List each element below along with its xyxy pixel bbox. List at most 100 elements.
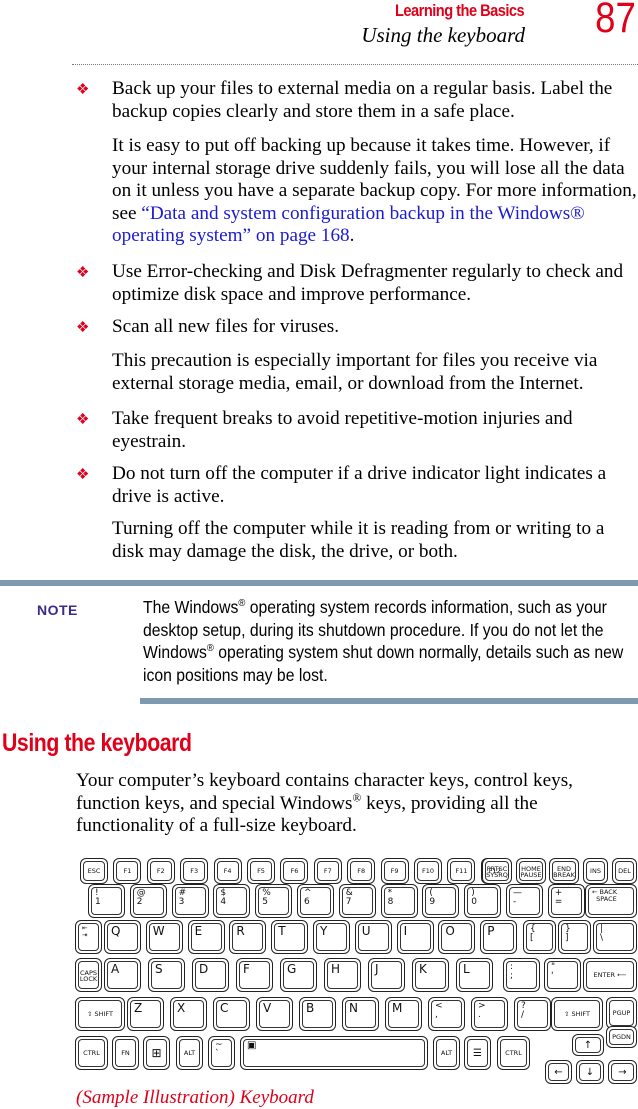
key-space: ▣: [240, 1036, 428, 1070]
key-label: ESC: [87, 867, 101, 876]
bullet-icon: ❖: [76, 265, 90, 281]
key-h: H: [324, 958, 361, 992]
header-section-title: Learning the Basics: [394, 1, 525, 20]
key-sym-4-8: < ,: [428, 997, 465, 1031]
key-label: & 7: [345, 888, 353, 907]
key-label: ALT: [183, 1049, 196, 1058]
key-enter: ENTER ⟵: [583, 958, 637, 992]
key-8: * 8: [380, 884, 418, 918]
key-ctrl: CTRL: [497, 1036, 530, 1070]
note-bottom-bar: [140, 698, 638, 704]
key-label: ⇧ SHIFT: [563, 1010, 591, 1019]
key-label: V: [263, 1001, 272, 1015]
key-label: — -: [513, 888, 522, 907]
key-4: $ 4: [213, 884, 251, 918]
key-menu: ☰: [464, 1036, 491, 1070]
key-label: CTRL: [505, 1049, 522, 1058]
key-ctrl: CTRL: [75, 1036, 108, 1070]
bullet-icon: ❖: [76, 320, 90, 336]
key-label: ALT: [440, 1049, 453, 1058]
key-label: F10: [421, 867, 434, 876]
key-label: ? /: [521, 1001, 526, 1020]
key-5: % 5: [255, 884, 293, 918]
key-q: Q: [104, 920, 141, 954]
key-label: < ,: [435, 1001, 443, 1020]
bullet-text: Scan all new files for viruses.: [112, 316, 339, 337]
key-s: S: [148, 958, 185, 992]
key-tab: ⇤ ⇥: [75, 920, 102, 954]
key-f4: F4: [213, 858, 242, 884]
key-label: > .: [478, 1001, 486, 1020]
key-x: X: [170, 997, 207, 1031]
key-sym-4-9: > .: [471, 997, 508, 1031]
key-t: T: [271, 920, 309, 954]
key-sym-2-11: { [: [523, 920, 556, 954]
key-sym-2-13: | \: [593, 920, 637, 954]
space-key-icon: ▣: [247, 1040, 257, 1051]
key-back-space: ← BACK SPACE: [585, 884, 637, 918]
key-sym-1-10: — -: [506, 884, 543, 918]
key-3: # 3: [171, 884, 209, 918]
key-label: ( 9: [429, 888, 436, 907]
key-label: F4: [223, 867, 232, 876]
key-label: T: [278, 924, 286, 938]
cross-reference-link[interactable]: “Data and system configuration backup in…: [112, 203, 585, 247]
bullet-text: Back up your files to external media on …: [112, 78, 613, 122]
key-i: I: [396, 920, 434, 954]
key-k: K: [412, 958, 449, 992]
key-label: : ;: [510, 962, 514, 981]
key-w: W: [145, 920, 183, 954]
key-label: O: [445, 924, 455, 938]
key-sym-5-9: ↑: [572, 1034, 604, 1056]
key-b: B: [299, 997, 336, 1031]
key-label: PGUP: [612, 1009, 631, 1018]
key-sym-2-12: } ]: [558, 920, 591, 954]
key-sym-3-10: : ;: [503, 958, 540, 992]
key-sym-6-0: ←: [545, 1060, 572, 1084]
key-label: % 5: [262, 888, 271, 907]
windows-logo-icon: ⊞: [151, 1046, 162, 1061]
figure-caption: (Sample Illustration) Keyboard: [76, 1087, 314, 1108]
key-label: P: [487, 924, 495, 938]
key-sym-5-4: ~ `: [208, 1036, 235, 1070]
key-label: L: [463, 962, 470, 976]
key-p: P: [480, 920, 518, 954]
bullet-text: Use Error-checking and Disk Defragmenter…: [112, 261, 624, 305]
key-label: E: [194, 924, 203, 938]
key-label: F2: [156, 867, 165, 876]
key-alt: ALT: [176, 1036, 203, 1070]
key-home-pause: HOME PAUSE: [516, 858, 546, 884]
key-label: K: [419, 962, 427, 976]
key-label: F1: [123, 867, 132, 876]
key-label: ~ `: [215, 1040, 223, 1059]
key-label: →: [618, 1066, 627, 1078]
key-ins: INS: [583, 858, 608, 884]
header-subsection-title: Using the keyboard: [361, 23, 525, 47]
key-label: J: [375, 962, 379, 976]
section-heading: Using the keyboard: [2, 729, 192, 757]
key-caps-lock: CAPS LOCK: [75, 958, 102, 992]
key-label: CAPS LOCK: [79, 968, 98, 983]
key-label: END BREAK: [553, 864, 575, 879]
key-win: ⊞: [143, 1036, 170, 1070]
key-label: M: [392, 1001, 403, 1015]
section-intro: Your computer’s keyboard contains charac…: [76, 770, 573, 836]
menu-key-icon: ☰: [473, 1047, 482, 1059]
key-n: N: [342, 997, 379, 1031]
key-label: W: [152, 924, 165, 938]
bullet-followup: It is easy to put off backing up because…: [112, 135, 637, 247]
key-j: J: [368, 958, 405, 992]
key-g: G: [280, 958, 317, 992]
key-r: R: [229, 920, 267, 954]
key-shift: ⇧ SHIFT: [75, 997, 125, 1031]
key-label: " ': [551, 962, 556, 981]
key-sym-4-10: ? /: [514, 997, 551, 1031]
key-label: PGDN: [612, 1033, 631, 1042]
key-label: * 8: [387, 888, 394, 907]
key-label: Y: [320, 924, 328, 938]
key-label: F11: [455, 867, 468, 876]
bullet-icon: ❖: [76, 412, 90, 428]
key-label: FN: [121, 1049, 130, 1058]
key-label: ! 1: [95, 888, 101, 907]
key-f10: F10: [414, 858, 442, 884]
